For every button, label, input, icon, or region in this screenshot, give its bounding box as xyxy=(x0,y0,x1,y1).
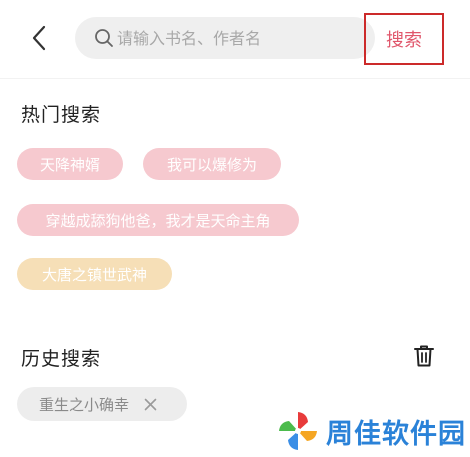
clear-history-button[interactable] xyxy=(410,342,438,370)
history-search-title: 历史搜索 xyxy=(21,348,102,370)
hot-search-tag[interactable]: 天降神婿 xyxy=(17,148,123,180)
chevron-left-icon xyxy=(32,25,46,51)
header-divider xyxy=(0,78,470,79)
close-icon[interactable] xyxy=(143,397,157,411)
search-bar[interactable] xyxy=(75,17,375,59)
search-button[interactable]: 搜索 xyxy=(364,13,444,65)
watermark: 周佳软件园 xyxy=(276,408,466,454)
watermark-text: 周佳软件园 xyxy=(326,418,466,450)
hot-search-tag[interactable]: 穿越成舔狗他爸，我才是天命主角 xyxy=(17,204,299,236)
search-icon xyxy=(93,27,115,49)
hot-search-tag[interactable]: 我可以爆修为 xyxy=(143,148,281,180)
search-page: 搜索 热门搜索 天降神婿 我可以爆修为 穿越成舔狗他爸，我才是天命主角 大唐之镇… xyxy=(0,0,470,457)
hot-search-tag[interactable]: 大唐之镇世武神 xyxy=(17,258,172,290)
search-input[interactable] xyxy=(117,28,357,48)
trash-icon xyxy=(414,345,434,367)
pinwheel-logo-icon xyxy=(279,412,317,450)
back-button[interactable] xyxy=(24,22,54,54)
history-item-label: 重生之小确幸 xyxy=(39,395,130,414)
history-item[interactable]: 重生之小确幸 xyxy=(17,387,187,421)
hot-search-title: 热门搜索 xyxy=(21,104,102,126)
